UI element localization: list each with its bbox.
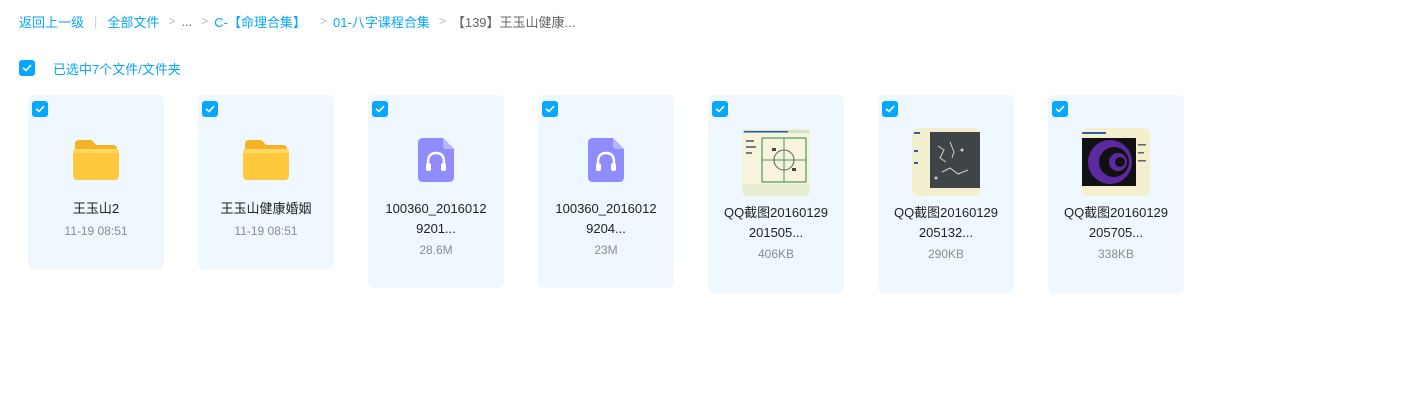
file-checkbox[interactable] [1052, 101, 1068, 117]
file-checkbox[interactable] [202, 101, 218, 117]
file-name-line1: 100360_2016012 [555, 201, 657, 216]
folder-icon [243, 140, 289, 180]
check-icon [545, 105, 555, 113]
file-card[interactable]: 100360_2016012 9204... 23M [538, 95, 674, 288]
file-meta: 11-19 08:51 [64, 224, 128, 238]
file-name: 王玉山2 [72, 201, 120, 216]
file-name: 王玉山健康婚姻 [220, 201, 312, 216]
breadcrumb-current: 【139】王玉山健康... [451, 14, 576, 30]
file-card[interactable]: QQ截图20160129 205705... 338KB [1048, 95, 1184, 293]
file-card[interactable]: 王玉山健康婚姻 11-19 08:51 [198, 95, 334, 269]
file-name-line2: 9201... [416, 221, 456, 236]
check-icon [375, 105, 385, 113]
file-name-line1: QQ截图20160129 [723, 205, 829, 220]
file-name-line2: 205705... [1088, 225, 1144, 240]
back-link[interactable]: 返回上一级 [19, 12, 84, 31]
folder-icon [73, 140, 119, 180]
check-icon [715, 105, 725, 113]
image-thumbnail [912, 128, 980, 196]
breadcrumb-divider: | [94, 13, 98, 29]
select-all-checkbox[interactable] [19, 60, 35, 76]
breadcrumb-level1[interactable]: C-【命理合集】 [214, 12, 306, 31]
file-name-line2: 9204... [586, 221, 626, 236]
file-checkbox[interactable] [372, 101, 388, 117]
file-checkbox[interactable] [712, 101, 728, 117]
chevron-right-icon: > [320, 14, 328, 28]
audio-file-icon [418, 138, 454, 182]
image-thumbnail [742, 128, 810, 196]
breadcrumb-all-files[interactable]: 全部文件 [107, 12, 159, 31]
check-icon [205, 105, 215, 113]
file-meta: 11-19 08:51 [234, 224, 298, 238]
audio-file-icon [588, 138, 624, 182]
check-icon [1055, 105, 1065, 113]
chevron-right-icon: > [168, 14, 176, 28]
chevron-right-icon: > [438, 14, 446, 28]
selection-count: 已选中7个文件/文件夹 [53, 61, 181, 77]
file-meta: 338KB [1097, 247, 1135, 261]
file-checkbox[interactable] [542, 101, 558, 117]
chevron-right-icon: > [201, 14, 209, 28]
file-meta: 406KB [757, 247, 795, 261]
file-checkbox[interactable] [32, 101, 48, 117]
breadcrumb-level2[interactable]: 01-八字课程合集 [333, 12, 430, 31]
file-card[interactable]: 王玉山2 11-19 08:51 [28, 95, 164, 269]
breadcrumb-ellipsis[interactable]: ... [181, 14, 192, 29]
image-thumbnail [1082, 128, 1150, 196]
check-icon [885, 105, 895, 113]
file-card[interactable]: 100360_2016012 9201... 28.6M [368, 95, 504, 288]
file-name-line2: 205132... [918, 225, 974, 240]
file-meta: 290KB [927, 247, 965, 261]
file-name-line1: QQ截图20160129 [1063, 205, 1169, 220]
select-bar: 已选中7个文件/文件夹 [19, 59, 181, 77]
file-card[interactable]: QQ截图20160129 205132... 290KB [878, 95, 1014, 293]
file-name-line2: 201505... [748, 225, 804, 240]
check-icon [22, 64, 32, 72]
breadcrumb: 返回上一级 | 全部文件 > ... > C-【命理合集】 > 01-八字课程合… [19, 11, 575, 31]
file-browser: 返回上一级 | 全部文件 > ... > C-【命理合集】 > 01-八字课程合… [0, 0, 1406, 412]
file-checkbox[interactable] [882, 101, 898, 117]
file-name-line1: 100360_2016012 [385, 201, 487, 216]
file-name-line1: QQ截图20160129 [893, 205, 999, 220]
file-card[interactable]: QQ截图20160129 201505... 406KB [708, 95, 844, 293]
file-meta: 28.6M [419, 243, 453, 257]
file-meta: 23M [594, 243, 618, 257]
check-icon [35, 105, 45, 113]
